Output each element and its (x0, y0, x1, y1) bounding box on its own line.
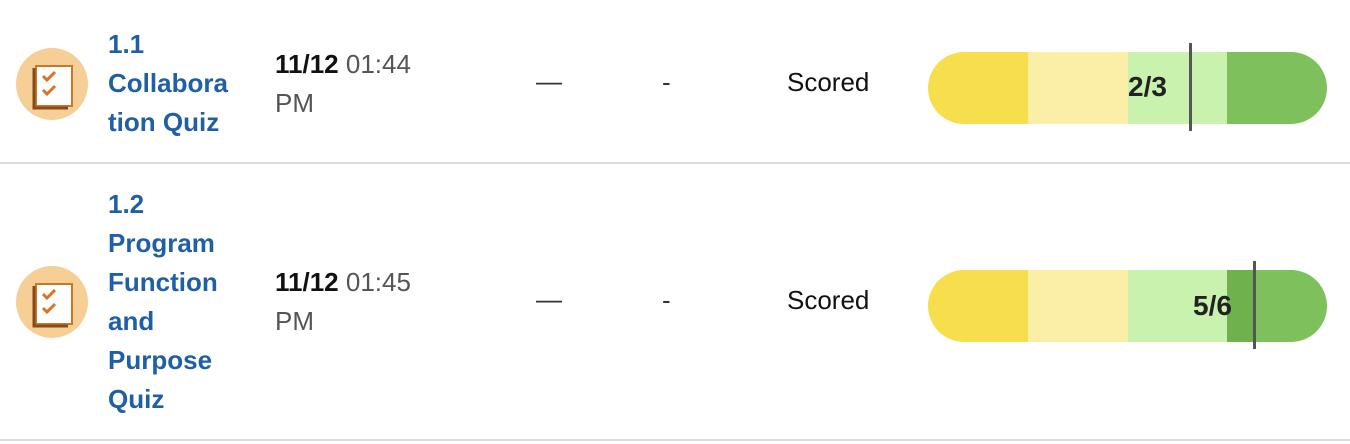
quiz-row: 1.2 Program Function and Purpose Quiz 11… (0, 164, 1350, 440)
date-ampm: PM (275, 88, 314, 118)
submission-date: 11/12 01:45 PM (275, 263, 411, 341)
score-label: 2/3 (1128, 71, 1167, 102)
bar-band-low (928, 52, 1028, 124)
title-line: Program (108, 228, 215, 258)
score-marker (1253, 261, 1256, 349)
status-text: Scored (787, 67, 870, 97)
bar-band-mid-low (1028, 52, 1128, 124)
title-line: 1.2 (108, 189, 145, 219)
date-ampm: PM (275, 306, 314, 336)
title-line: Quiz (108, 384, 165, 414)
date-day: 11/12 (275, 267, 339, 297)
score-bar (928, 270, 1327, 342)
quiz-checklist-icon (16, 266, 88, 338)
row-divider (0, 439, 1350, 441)
score-label: 5/6 (1193, 290, 1232, 321)
title-line: Purpose (108, 345, 213, 375)
bar-band-high (1227, 52, 1327, 124)
score-marker (1189, 43, 1192, 131)
bar-band-mid-low (1028, 270, 1128, 342)
quiz-checklist-icon (16, 48, 88, 120)
title-line: 1.1 (108, 29, 145, 59)
title-line: and (108, 306, 155, 336)
quiz-row: 1.1 Collabora tion Quiz 11/12 01:44 PM —… (0, 0, 1350, 163)
submission-date: 11/12 01:44 PM (275, 45, 411, 123)
title-line: Collabora (108, 68, 228, 98)
title-line: Function (108, 267, 218, 297)
date-time: 01:45 (345, 267, 411, 297)
status-text: Scored (787, 285, 870, 315)
column-b-value: - (662, 285, 671, 315)
date-day: 11/12 (275, 49, 339, 79)
column-b-value: - (662, 67, 671, 97)
column-a-value: — (536, 284, 562, 314)
title-line: tion Quiz (108, 107, 220, 137)
bar-band-low (928, 270, 1028, 342)
quiz-title-link[interactable]: 1.1 Collabora tion Quiz (108, 25, 236, 142)
quiz-title-link[interactable]: 1.2 Program Function and Purpose Quiz (108, 185, 236, 419)
column-a-value: — (536, 66, 562, 96)
date-time: 01:44 (345, 49, 411, 79)
